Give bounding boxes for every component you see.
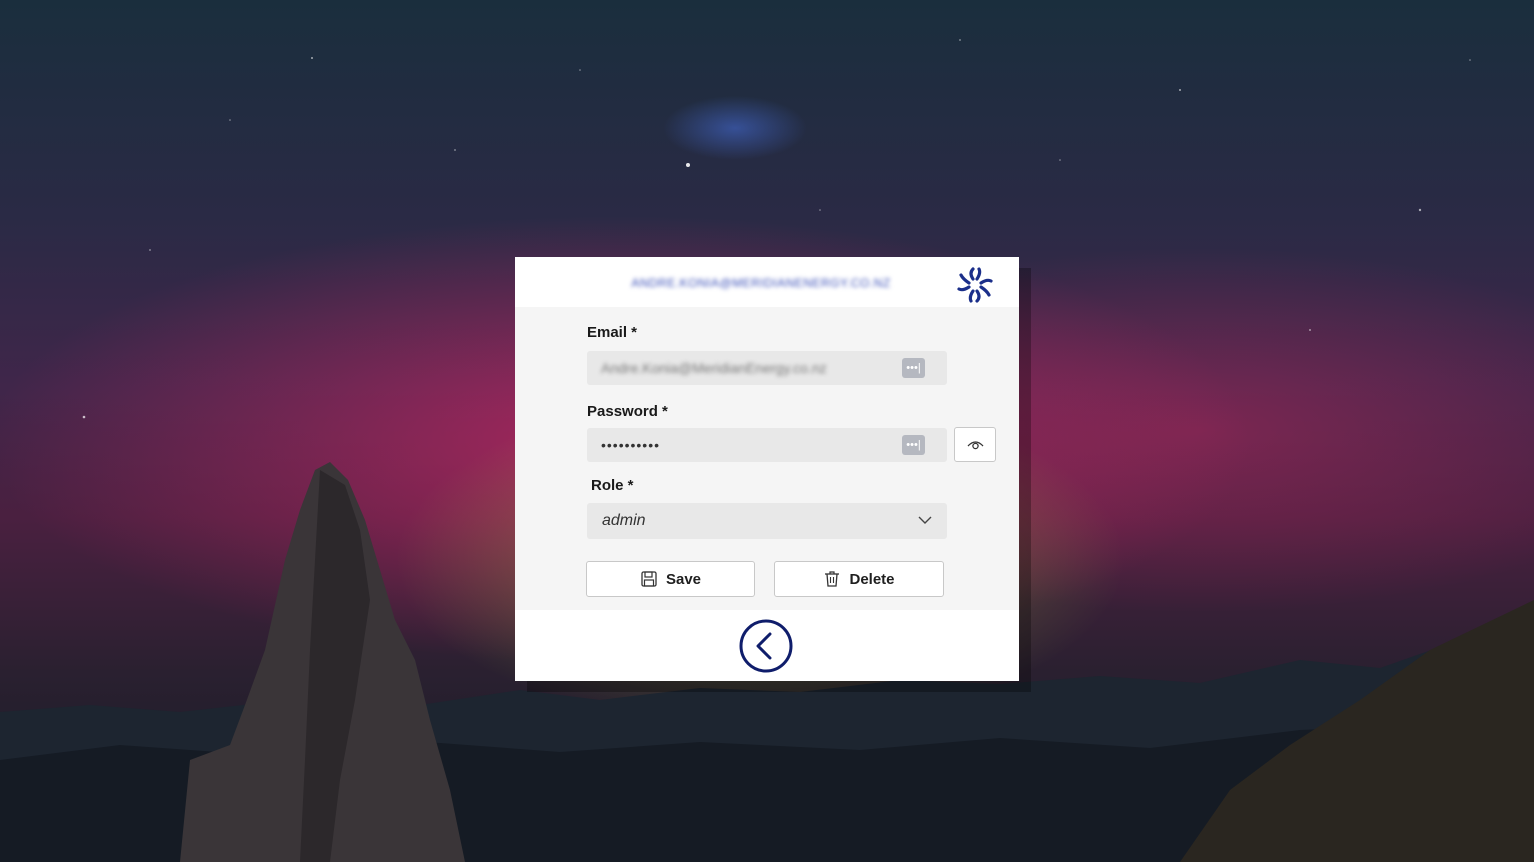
- password-value: ••••••••••: [601, 437, 661, 453]
- signed-in-user: ANDRE.KONIA@MERIDIANENERGY.CO.NZ: [631, 276, 891, 290]
- email-label: Email *: [587, 324, 638, 341]
- email-value: Andre.Konia@MeridianEnergy.co.nz: [601, 360, 827, 376]
- show-password-button[interactable]: [954, 427, 996, 462]
- chevron-down-icon: [918, 516, 932, 524]
- role-select[interactable]: admin: [587, 503, 947, 539]
- email-field[interactable]: Andre.Konia@MeridianEnergy.co.nz •••|: [587, 351, 947, 385]
- dialog-footer: [515, 610, 1019, 681]
- autofill-key-icon[interactable]: •••|: [902, 435, 925, 455]
- back-arrow-icon[interactable]: [739, 619, 793, 673]
- trash-icon: [825, 571, 840, 587]
- password-label: Password *: [587, 403, 668, 420]
- save-label: Save: [665, 570, 702, 588]
- role-label: Role *: [591, 477, 634, 494]
- role-selected-value: admin: [602, 512, 646, 529]
- eye-icon: [967, 441, 984, 450]
- spinner-logo-icon: [957, 267, 993, 303]
- save-icon: [641, 571, 657, 587]
- delete-button[interactable]: Delete: [774, 561, 944, 597]
- save-button[interactable]: Save: [586, 561, 755, 597]
- delete-label: Delete: [849, 570, 895, 588]
- dialog-header: ANDRE.KONIA@MERIDIANENERGY.CO.NZ: [515, 257, 1019, 307]
- autofill-key-icon[interactable]: •••|: [902, 358, 925, 378]
- password-field[interactable]: •••••••••• •••|: [587, 428, 947, 462]
- edit-user-dialog: ANDRE.KONIA@MERIDIANENERGY.CO.NZ Email *…: [515, 257, 1019, 681]
- dialog-body: Email * Andre.Konia@MeridianEnergy.co.nz…: [515, 307, 1019, 610]
